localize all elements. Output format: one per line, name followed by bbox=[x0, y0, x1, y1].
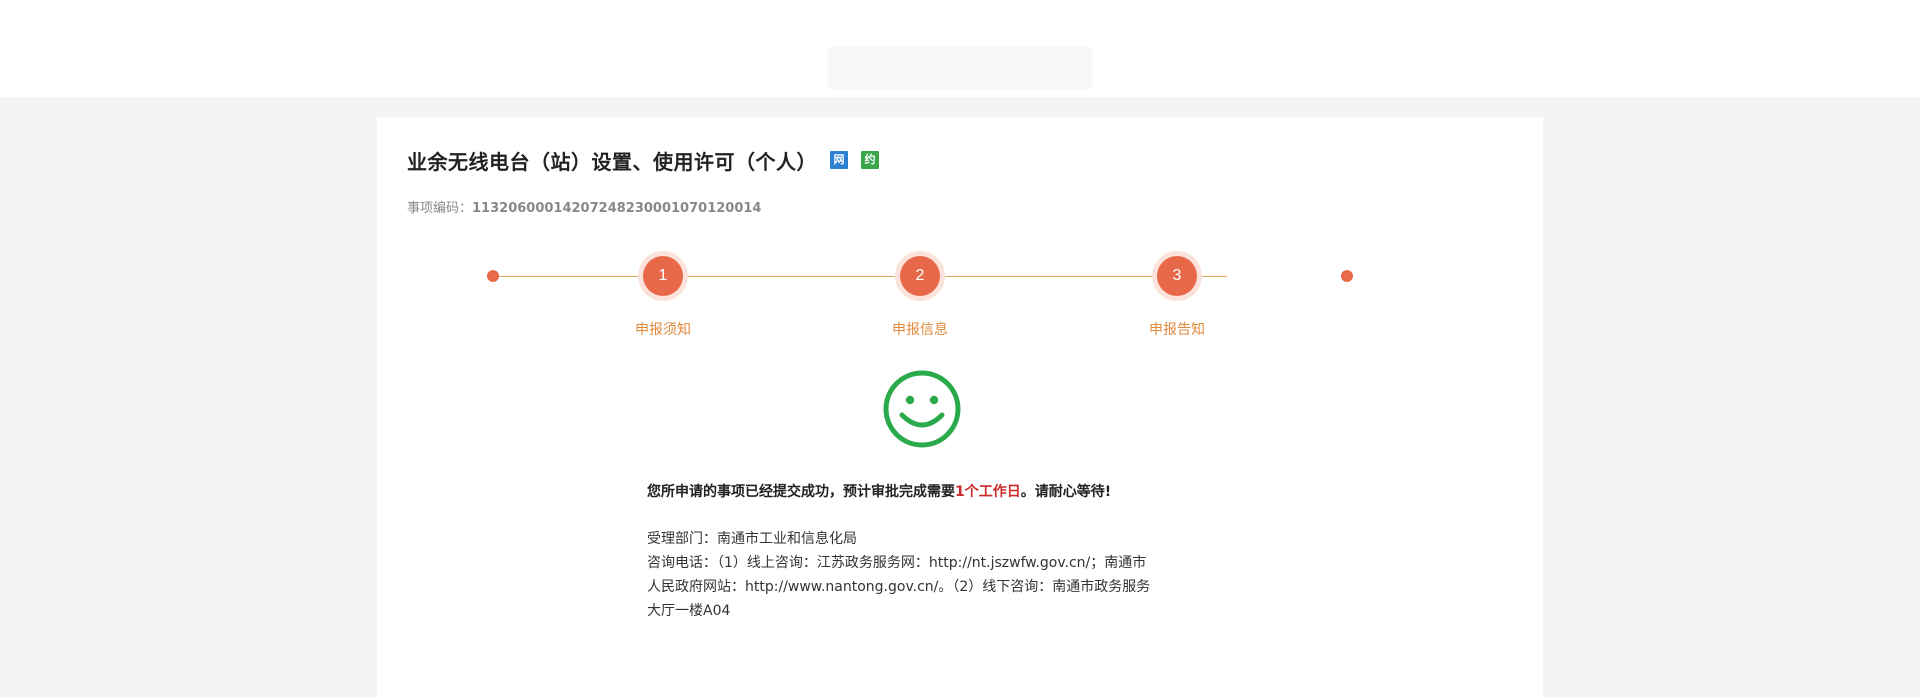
contact-info: 受理部门：南通市工业和信息化局 咨询电话：（1）线上咨询：江苏政务服务网：htt… bbox=[647, 527, 1207, 623]
consult-line-2: 人民政府网站：http://www.nantong.gov.cn/。（2）线下咨… bbox=[647, 579, 1151, 595]
consult-line-3: 大厅一楼A04 bbox=[647, 603, 731, 619]
top-header-bar bbox=[0, 0, 1920, 97]
progress-steps: 1 2 3 申报须知 申报信息 申报告知 bbox=[377, 117, 1543, 357]
message-prefix: 您所申请的事项已经提交成功，预计审批完成需要 bbox=[647, 484, 955, 500]
main-card: 业余无线电台（站）设置、使用许可（个人） 网 约 事项编码：1132060001… bbox=[377, 117, 1543, 697]
progress-start-dot bbox=[487, 270, 499, 282]
progress-line bbox=[493, 276, 1227, 277]
department-text: 受理部门：南通市工业和信息化局 bbox=[647, 531, 857, 547]
progress-end-dot bbox=[1341, 270, 1353, 282]
step-3-label: 申报告知 bbox=[1149, 322, 1205, 338]
header-placeholder bbox=[828, 46, 1092, 90]
message-suffix: 。请耐心等待! bbox=[1020, 484, 1112, 500]
step-2-label: 申报信息 bbox=[892, 322, 948, 338]
processing-time: 1个工作日 bbox=[955, 484, 1021, 500]
smiley-icon bbox=[883, 370, 961, 448]
step-2-circle: 2 bbox=[900, 256, 940, 296]
step-1-circle: 1 bbox=[643, 256, 683, 296]
step-3-circle: 3 bbox=[1157, 256, 1197, 296]
consult-line-1: 咨询电话：（1）线上咨询：江苏政务服务网：http://nt.jszwfw.go… bbox=[647, 555, 1147, 571]
submission-success-message: 您所申请的事项已经提交成功，预计审批完成需要1个工作日。请耐心等待! bbox=[647, 481, 1247, 501]
step-1-label: 申报须知 bbox=[635, 322, 691, 338]
